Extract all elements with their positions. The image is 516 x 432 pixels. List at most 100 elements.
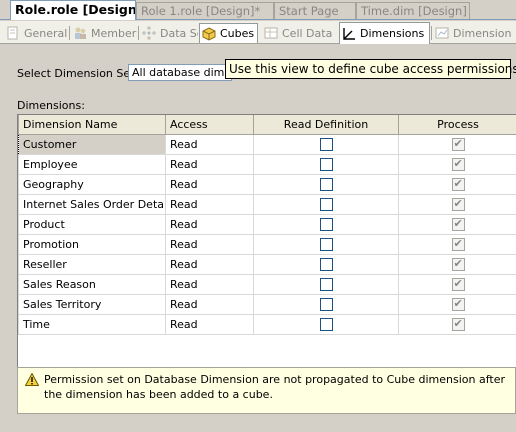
- dimensions-grid: Dimension Name Access Read Definition Pr…: [17, 114, 516, 390]
- tab-dimensions[interactable]: Dimensions: [339, 22, 430, 44]
- read-definition-cell: [253, 193, 399, 215]
- doc-tab-start-page[interactable]: Start Page: [274, 2, 356, 20]
- process-checkbox[interactable]: ✔: [451, 257, 465, 271]
- read-definition-checkbox[interactable]: [319, 217, 333, 231]
- tab-cell-data[interactable]: Cell Data: [262, 23, 332, 43]
- document-tab-strip: Role.role [Design] Role 1.role [Design]*…: [0, 0, 516, 20]
- doc-tab-role1-design[interactable]: Role 1.role [Design]*: [136, 2, 274, 20]
- access-cell[interactable]: Read: [165, 273, 254, 295]
- process-checkbox[interactable]: ✔: [451, 237, 465, 251]
- access-cell[interactable]: Read: [165, 313, 254, 335]
- tab-separator: [138, 26, 139, 40]
- read-definition-checkbox[interactable]: [319, 317, 333, 331]
- column-header-dimension-name[interactable]: Dimension Name: [18, 115, 166, 135]
- access-cell[interactable]: Read: [165, 133, 254, 155]
- select-dimension-set-label: Select Dimension Set:: [17, 67, 139, 80]
- dimensions-view: Select Dimension Set: All database dimen…: [0, 45, 516, 432]
- dimensions-icon: [343, 27, 355, 40]
- tab-general[interactable]: General: [4, 23, 68, 43]
- table-row[interactable]: Sales Reason Read ✔: [18, 273, 516, 295]
- dimension-name-cell[interactable]: Geography: [18, 173, 166, 195]
- dimension-set-dropdown[interactable]: All database dimensions: [128, 64, 232, 81]
- general-icon: [7, 26, 18, 40]
- access-cell[interactable]: Read: [165, 253, 254, 275]
- tab-dimension-data[interactable]: Dimension Data: [433, 23, 516, 43]
- table-row[interactable]: Sales Territory Read ✔: [18, 293, 516, 315]
- process-checkbox[interactable]: ✔: [451, 277, 465, 291]
- dimension-name-cell[interactable]: Sales Reason: [18, 273, 166, 295]
- process-checkbox[interactable]: ✔: [451, 317, 465, 331]
- tab-members-label: Members: [91, 26, 137, 40]
- access-cell[interactable]: Read: [165, 153, 254, 175]
- dimension-name-cell[interactable]: Customer: [18, 133, 166, 155]
- column-header-process[interactable]: Process: [398, 115, 516, 135]
- process-cell: ✔: [398, 233, 516, 255]
- process-checkbox[interactable]: ✔: [451, 177, 465, 191]
- dimensions-label: Dimensions:: [17, 99, 85, 112]
- members-icon: [75, 27, 86, 39]
- dimension-name-cell[interactable]: Reseller: [18, 253, 166, 275]
- table-row[interactable]: Geography Read ✔: [18, 173, 516, 195]
- process-checkbox[interactable]: ✔: [451, 297, 465, 311]
- process-cell: ✔: [398, 293, 516, 315]
- dimension-name-cell[interactable]: Internet Sales Order Details: [18, 193, 166, 215]
- tab-data-sources[interactable]: Data Sources: [140, 23, 198, 43]
- dimension-name-cell[interactable]: Sales Territory: [18, 293, 166, 315]
- access-cell[interactable]: Read: [165, 173, 254, 195]
- read-definition-cell: [253, 233, 399, 255]
- process-checkbox[interactable]: ✔: [451, 137, 465, 151]
- process-cell: ✔: [398, 193, 516, 215]
- read-definition-checkbox[interactable]: [319, 157, 333, 171]
- read-definition-checkbox[interactable]: [319, 277, 333, 291]
- read-definition-cell: [253, 313, 399, 335]
- access-cell[interactable]: Read: [165, 293, 254, 315]
- read-definition-checkbox[interactable]: [319, 237, 333, 251]
- read-definition-checkbox[interactable]: [319, 197, 333, 211]
- tab-cubes[interactable]: Cubes: [199, 23, 258, 43]
- process-cell: ✔: [398, 253, 516, 275]
- read-definition-checkbox[interactable]: [319, 177, 333, 191]
- tab-separator: [69, 26, 70, 40]
- tab-members[interactable]: Members: [71, 23, 137, 43]
- table-row[interactable]: Employee Read ✔: [18, 153, 516, 175]
- dimension-name-cell[interactable]: Promotion: [18, 233, 166, 255]
- dimension-name-cell[interactable]: Time: [18, 313, 166, 335]
- data-sources-icon: [142, 26, 156, 40]
- tab-cell-data-label: Cell Data: [282, 26, 332, 40]
- read-definition-cell: [253, 293, 399, 315]
- table-row[interactable]: Customer Read ✔: [18, 133, 516, 155]
- access-cell[interactable]: Read: [165, 213, 254, 235]
- process-cell: ✔: [398, 133, 516, 155]
- read-definition-cell: [253, 253, 399, 275]
- column-header-access[interactable]: Access: [165, 115, 254, 135]
- warning-message: Permission set on Database Dimension are…: [17, 367, 516, 414]
- tab-general-label: General: [24, 26, 68, 40]
- designer-tab-strip: General Members Data Sources Cubes Cell …: [0, 21, 516, 44]
- read-definition-checkbox[interactable]: [319, 137, 333, 151]
- table-row[interactable]: Time Read ✔: [18, 313, 516, 335]
- process-cell: ✔: [398, 213, 516, 235]
- column-header-read-definition[interactable]: Read Definition: [253, 115, 399, 135]
- read-definition-cell: [253, 133, 399, 155]
- tab-dimensions-label: Dimensions: [360, 27, 425, 40]
- read-definition-cell: [253, 213, 399, 235]
- access-cell[interactable]: Read: [165, 193, 254, 215]
- dimension-name-cell[interactable]: Product: [18, 213, 166, 235]
- cell-data-icon: [264, 27, 278, 39]
- process-checkbox[interactable]: ✔: [451, 197, 465, 211]
- process-checkbox[interactable]: ✔: [451, 217, 465, 231]
- table-row[interactable]: Product Read ✔: [18, 213, 516, 235]
- dimension-name-cell[interactable]: Employee: [18, 153, 166, 175]
- dimension-data-icon: [435, 27, 449, 39]
- doc-tab-time-dim[interactable]: Time.dim [Design]: [356, 2, 470, 20]
- table-row[interactable]: Reseller Read ✔: [18, 253, 516, 275]
- access-cell[interactable]: Read: [165, 233, 254, 255]
- read-definition-checkbox[interactable]: [319, 297, 333, 311]
- doc-tab-role-design[interactable]: Role.role [Design]: [10, 0, 136, 20]
- table-row[interactable]: Promotion Read ✔: [18, 233, 516, 255]
- tab-data-sources-label: Data Sources: [160, 26, 198, 40]
- process-checkbox[interactable]: ✔: [451, 157, 465, 171]
- warning-icon: [25, 373, 39, 386]
- read-definition-checkbox[interactable]: [319, 257, 333, 271]
- table-row[interactable]: Internet Sales Order Details Read ✔: [18, 193, 516, 215]
